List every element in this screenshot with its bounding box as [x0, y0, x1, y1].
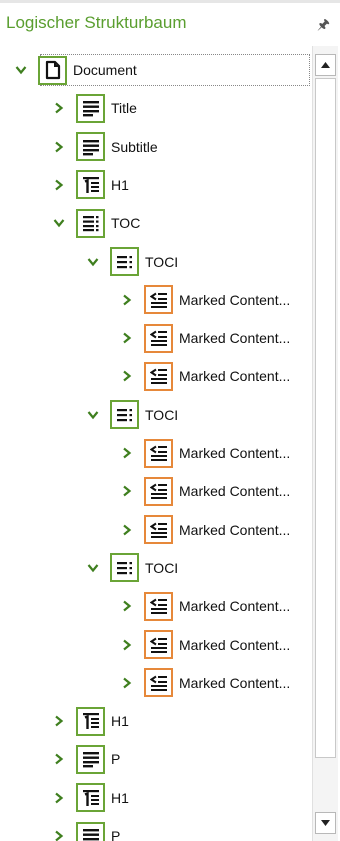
- tree-node-subtitle[interactable]: Subtitle: [48, 128, 158, 166]
- marked-content-icon: [144, 668, 173, 698]
- chevron-down-icon[interactable]: [82, 251, 104, 273]
- scroll-up-button[interactable]: [315, 54, 336, 76]
- toci-icon: [110, 247, 139, 276]
- heading-icon: [76, 170, 105, 200]
- chevron-right-icon[interactable]: [116, 327, 138, 349]
- structure-tree[interactable]: Document Title Subtitle H1 TOC TOCI Marked Con…: [0, 46, 312, 841]
- toci-icon: [110, 400, 139, 430]
- tree-node-marked-content[interactable]: Marked Content...: [116, 319, 290, 357]
- paragraph-icon: [76, 93, 105, 123]
- tree-node-toci[interactable]: TOCI: [82, 396, 178, 434]
- tree-node-label: TOC: [111, 215, 141, 232]
- chevron-right-icon[interactable]: [116, 365, 138, 387]
- paragraph-icon: [76, 744, 105, 774]
- tree-node-label: Marked Content...: [179, 445, 291, 461]
- pin-icon[interactable]: 🖈: [317, 14, 330, 38]
- chevron-right-icon[interactable]: [48, 136, 70, 158]
- chevron-right-icon[interactable]: [48, 174, 70, 196]
- tree-node-h1[interactable]: H1: [48, 779, 129, 817]
- chevron-right-icon[interactable]: [116, 595, 138, 617]
- tree-node-label: TOCI: [145, 406, 179, 423]
- tree-node-h1[interactable]: H1: [48, 702, 129, 740]
- tree-node-marked-content[interactable]: Marked Content...: [116, 434, 290, 472]
- tree-node-marked-content[interactable]: Marked Content...: [116, 587, 290, 625]
- vertical-scrollbar[interactable]: [312, 46, 338, 841]
- tree-node-marked-content[interactable]: Marked Content...: [116, 511, 290, 549]
- tree-node-label: TOCI: [145, 253, 179, 270]
- marked-content-icon: [144, 630, 173, 659]
- tree-node-label: Marked Content...: [179, 291, 291, 308]
- marked-content-icon: [144, 515, 173, 545]
- heading-icon: [76, 783, 105, 813]
- tree-node-label: Marked Content...: [179, 521, 291, 538]
- tree-node-p[interactable]: P: [48, 817, 120, 841]
- arrow-up-icon: [321, 62, 330, 68]
- tree-node-label: P: [111, 828, 121, 841]
- tree-node-p[interactable]: P: [48, 740, 120, 778]
- tree-node-label: Marked Content...: [179, 636, 291, 653]
- tree-node-title[interactable]: Title: [48, 89, 137, 127]
- chevron-down-icon[interactable]: [10, 59, 32, 81]
- marked-content-icon: [144, 591, 173, 621]
- tree-node-marked-content[interactable]: Marked Content...: [116, 664, 290, 702]
- tree-node-label: Document: [73, 62, 137, 78]
- tree-node-label: Subtitle: [111, 138, 158, 155]
- arrow-down-icon: [321, 820, 330, 826]
- chevron-right-icon[interactable]: [116, 672, 138, 694]
- marked-content-icon: [144, 476, 173, 506]
- panel-title: Logischer Strukturbaum: [6, 13, 187, 32]
- tree-node-label: Marked Content...: [179, 598, 291, 615]
- tree-node-marked-content[interactable]: Marked Content...: [116, 281, 290, 319]
- chevron-right-icon[interactable]: [48, 787, 70, 809]
- toc-icon: [76, 208, 105, 238]
- scrollbar-thumb[interactable]: [315, 78, 336, 758]
- document-icon: [38, 55, 67, 85]
- tree-node-label: TOCI: [145, 559, 179, 576]
- chevron-right-icon[interactable]: [116, 634, 138, 656]
- chevron-right-icon[interactable]: [116, 480, 138, 502]
- tree-node-label: Title: [111, 100, 137, 117]
- marked-content-icon: [144, 361, 173, 391]
- panel-header: Logischer Strukturbaum 🖈: [0, 4, 340, 42]
- heading-icon: [76, 706, 105, 736]
- scroll-down-button[interactable]: [315, 812, 336, 834]
- tree-node-document[interactable]: Document: [10, 51, 137, 89]
- tree-node-toc[interactable]: TOC: [48, 204, 140, 242]
- chevron-right-icon[interactable]: [48, 710, 70, 732]
- tree-node-marked-content[interactable]: Marked Content...: [116, 357, 290, 395]
- paragraph-icon: [76, 132, 105, 162]
- marked-content-icon: [144, 285, 173, 315]
- tree-node-label: P: [111, 751, 121, 768]
- tree-node-toci[interactable]: TOCI: [82, 243, 178, 281]
- tree-node-label: Marked Content...: [179, 330, 291, 347]
- chevron-right-icon[interactable]: [116, 519, 138, 541]
- chevron-right-icon[interactable]: [48, 748, 70, 770]
- chevron-right-icon[interactable]: [48, 97, 70, 119]
- chevron-down-icon[interactable]: [82, 404, 104, 426]
- toci-icon: [110, 553, 139, 583]
- tree-node-label: Marked Content...: [179, 368, 291, 385]
- marked-content-icon: [144, 323, 173, 353]
- tree-node-marked-content[interactable]: Marked Content...: [116, 626, 290, 664]
- chevron-right-icon[interactable]: [48, 825, 70, 841]
- chevron-down-icon[interactable]: [82, 557, 104, 579]
- marked-content-icon: [144, 438, 173, 468]
- tree-node-h1[interactable]: H1: [48, 166, 129, 204]
- top-border: [0, 0, 340, 3]
- tree-node-toci[interactable]: TOCI: [82, 549, 178, 587]
- tree-node-marked-content[interactable]: Marked Content...: [116, 472, 290, 510]
- tree-node-label: Marked Content...: [179, 674, 291, 691]
- paragraph-icon: [76, 821, 105, 841]
- chevron-right-icon[interactable]: [116, 442, 138, 464]
- tree-node-label: Marked Content...: [179, 483, 291, 500]
- chevron-right-icon[interactable]: [116, 289, 138, 311]
- tree-node-label: H1: [111, 789, 129, 806]
- tree-node-label: H1: [111, 713, 129, 730]
- tree-node-label: H1: [111, 176, 129, 193]
- chevron-down-icon[interactable]: [48, 212, 70, 234]
